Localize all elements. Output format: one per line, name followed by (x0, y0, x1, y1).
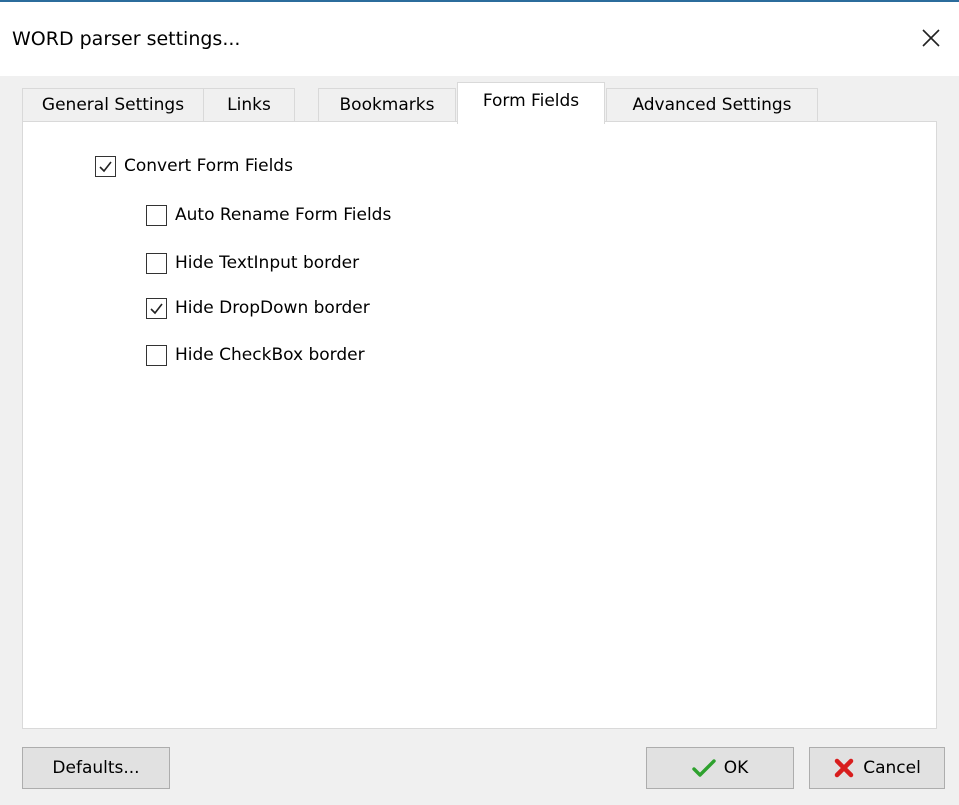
hide-textinput-border-checkbox[interactable]: Hide TextInput border (146, 251, 359, 275)
checkbox-box[interactable] (146, 297, 167, 319)
close-icon (922, 29, 940, 47)
window-title: WORD parser settings... (12, 28, 241, 50)
ok-button[interactable]: OK (646, 747, 794, 789)
tab-label: General Settings (41, 95, 185, 115)
checkbox-box[interactable] (146, 344, 167, 366)
close-button[interactable] (903, 2, 959, 74)
red-x-icon (833, 757, 855, 779)
tab-label: Form Fields (482, 91, 580, 111)
tab-strip: General Settings Links Bookmarks Form Fi… (22, 82, 922, 124)
tab-advanced-settings[interactable]: Advanced Settings (606, 88, 818, 122)
checkbox-label: Hide TextInput border (175, 253, 360, 273)
button-label: Cancel (863, 758, 921, 778)
tab-links[interactable]: Links (203, 88, 295, 122)
checkmark-icon (99, 161, 112, 172)
button-label: OK (723, 758, 749, 778)
checkbox-label: Auto Rename Form Fields (175, 205, 392, 225)
title-bar: WORD parser settings... (0, 2, 959, 76)
checkbox-box[interactable] (146, 252, 167, 274)
button-label: Defaults... (52, 758, 140, 778)
settings-dialog: WORD parser settings... General Settings… (0, 0, 959, 805)
tab-label: Bookmarks (339, 95, 435, 115)
checkbox-label: Hide DropDown border (175, 298, 370, 318)
form-fields-panel: Convert Form Fields Auto Rename Form Fie… (22, 121, 937, 729)
hide-dropdown-border-checkbox[interactable]: Hide DropDown border (146, 296, 370, 320)
tab-label: Links (227, 95, 271, 115)
cancel-button[interactable]: Cancel (809, 747, 945, 789)
tab-bookmarks[interactable]: Bookmarks (318, 88, 456, 122)
hide-checkbox-border-checkbox[interactable]: Hide CheckBox border (146, 343, 365, 367)
checkmark-icon (150, 303, 163, 314)
convert-form-fields-checkbox[interactable]: Convert Form Fields (95, 154, 293, 178)
checkbox-label: Hide CheckBox border (175, 345, 365, 365)
tab-form-fields[interactable]: Form Fields (457, 82, 605, 124)
checkbox-box[interactable] (95, 155, 116, 177)
tab-label: Advanced Settings (632, 95, 792, 115)
checkbox-label: Convert Form Fields (124, 156, 293, 176)
checkbox-box[interactable] (146, 204, 167, 226)
auto-rename-form-fields-checkbox[interactable]: Auto Rename Form Fields (146, 203, 391, 227)
checkmark-icon (692, 758, 716, 778)
tab-general-settings[interactable]: General Settings (22, 88, 204, 122)
defaults-button[interactable]: Defaults... (22, 747, 170, 789)
